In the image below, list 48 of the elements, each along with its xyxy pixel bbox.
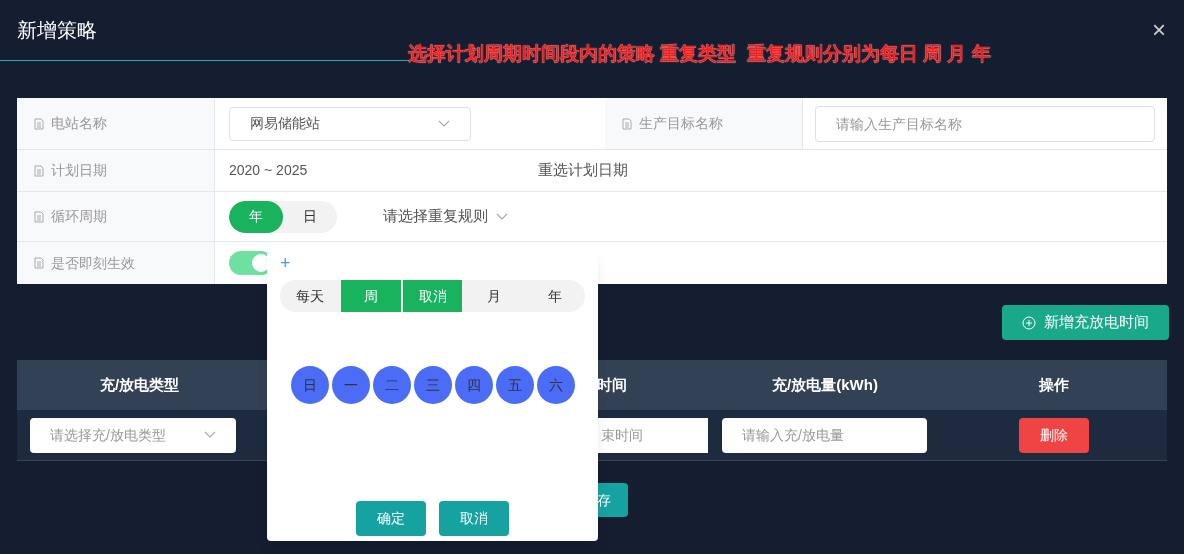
form-label: 是否即刻生效: [51, 253, 135, 273]
repeat-type-tab[interactable]: 年: [525, 280, 585, 312]
dialog-title: 新增策略: [17, 18, 97, 43]
document-icon: [33, 257, 45, 269]
column-header: 操作: [1038, 375, 1069, 393]
column-header: 充/放电量(kWh): [772, 375, 878, 393]
weekday-button[interactable]: 二: [372, 366, 411, 404]
form-label: 电站名称: [51, 114, 107, 133]
delete-button[interactable]: 删除: [1018, 417, 1089, 453]
cycle-option[interactable]: 日: [283, 200, 337, 233]
document-icon: [33, 117, 45, 130]
cancel-button[interactable]: 取消: [439, 501, 509, 536]
repeat-type-tab[interactable]: 月: [464, 280, 524, 312]
document-icon: [33, 164, 45, 177]
close-button[interactable]: ×: [1152, 18, 1166, 42]
chevron-down-icon: [438, 119, 450, 128]
form-label: 生产目标名称: [639, 114, 723, 133]
weekday-button[interactable]: 四: [454, 366, 493, 404]
form-label: 循环周期: [51, 207, 107, 226]
cycle-option[interactable]: 年: [229, 200, 283, 233]
repeat-type-tab[interactable]: 取消: [402, 280, 463, 312]
type-select[interactable]: 请选择充/放电类型: [30, 417, 236, 453]
column-header: 时间: [597, 375, 627, 393]
save-button[interactable]: 存: [597, 483, 628, 517]
weekday-button[interactable]: 一: [331, 366, 370, 404]
confirm-button[interactable]: 确定: [356, 501, 426, 536]
weekday-button[interactable]: 五: [495, 366, 534, 404]
repeat-rule-select[interactable]: 请选择重复规则: [383, 205, 508, 228]
document-icon: [621, 117, 633, 130]
station-select[interactable]: 网易储能站: [229, 106, 471, 141]
repeat-type-tab[interactable]: 每天: [280, 280, 340, 312]
form-label: 计划日期: [51, 161, 107, 180]
chevron-down-icon: [496, 212, 508, 221]
target-name-field[interactable]: 请输入生产目标名称: [815, 105, 1155, 142]
weekday-button[interactable]: 六: [536, 366, 575, 404]
date-range: 2020 ~ 2025: [229, 161, 308, 180]
add-time-button[interactable]: 新增充放电时间: [1002, 305, 1169, 340]
chevron-down-icon: [204, 431, 216, 439]
repeat-type-tab[interactable]: 周: [341, 280, 401, 312]
annotation-text: 选择计划周期时间段内的策略 重复类型 重复规则分别为每日 周 月 年: [408, 42, 991, 66]
end-time-field[interactable]: 束时间: [597, 417, 708, 453]
reselect-date-link[interactable]: 重选计划日期: [538, 150, 628, 191]
plus-circle-icon: [1022, 315, 1036, 330]
column-header: 充/放电类型: [99, 375, 180, 393]
document-icon: [33, 210, 45, 223]
amount-field[interactable]: 请输入充/放电量: [722, 417, 927, 453]
weekday-button[interactable]: 三: [413, 366, 452, 404]
weekday-button[interactable]: 日: [290, 366, 329, 404]
